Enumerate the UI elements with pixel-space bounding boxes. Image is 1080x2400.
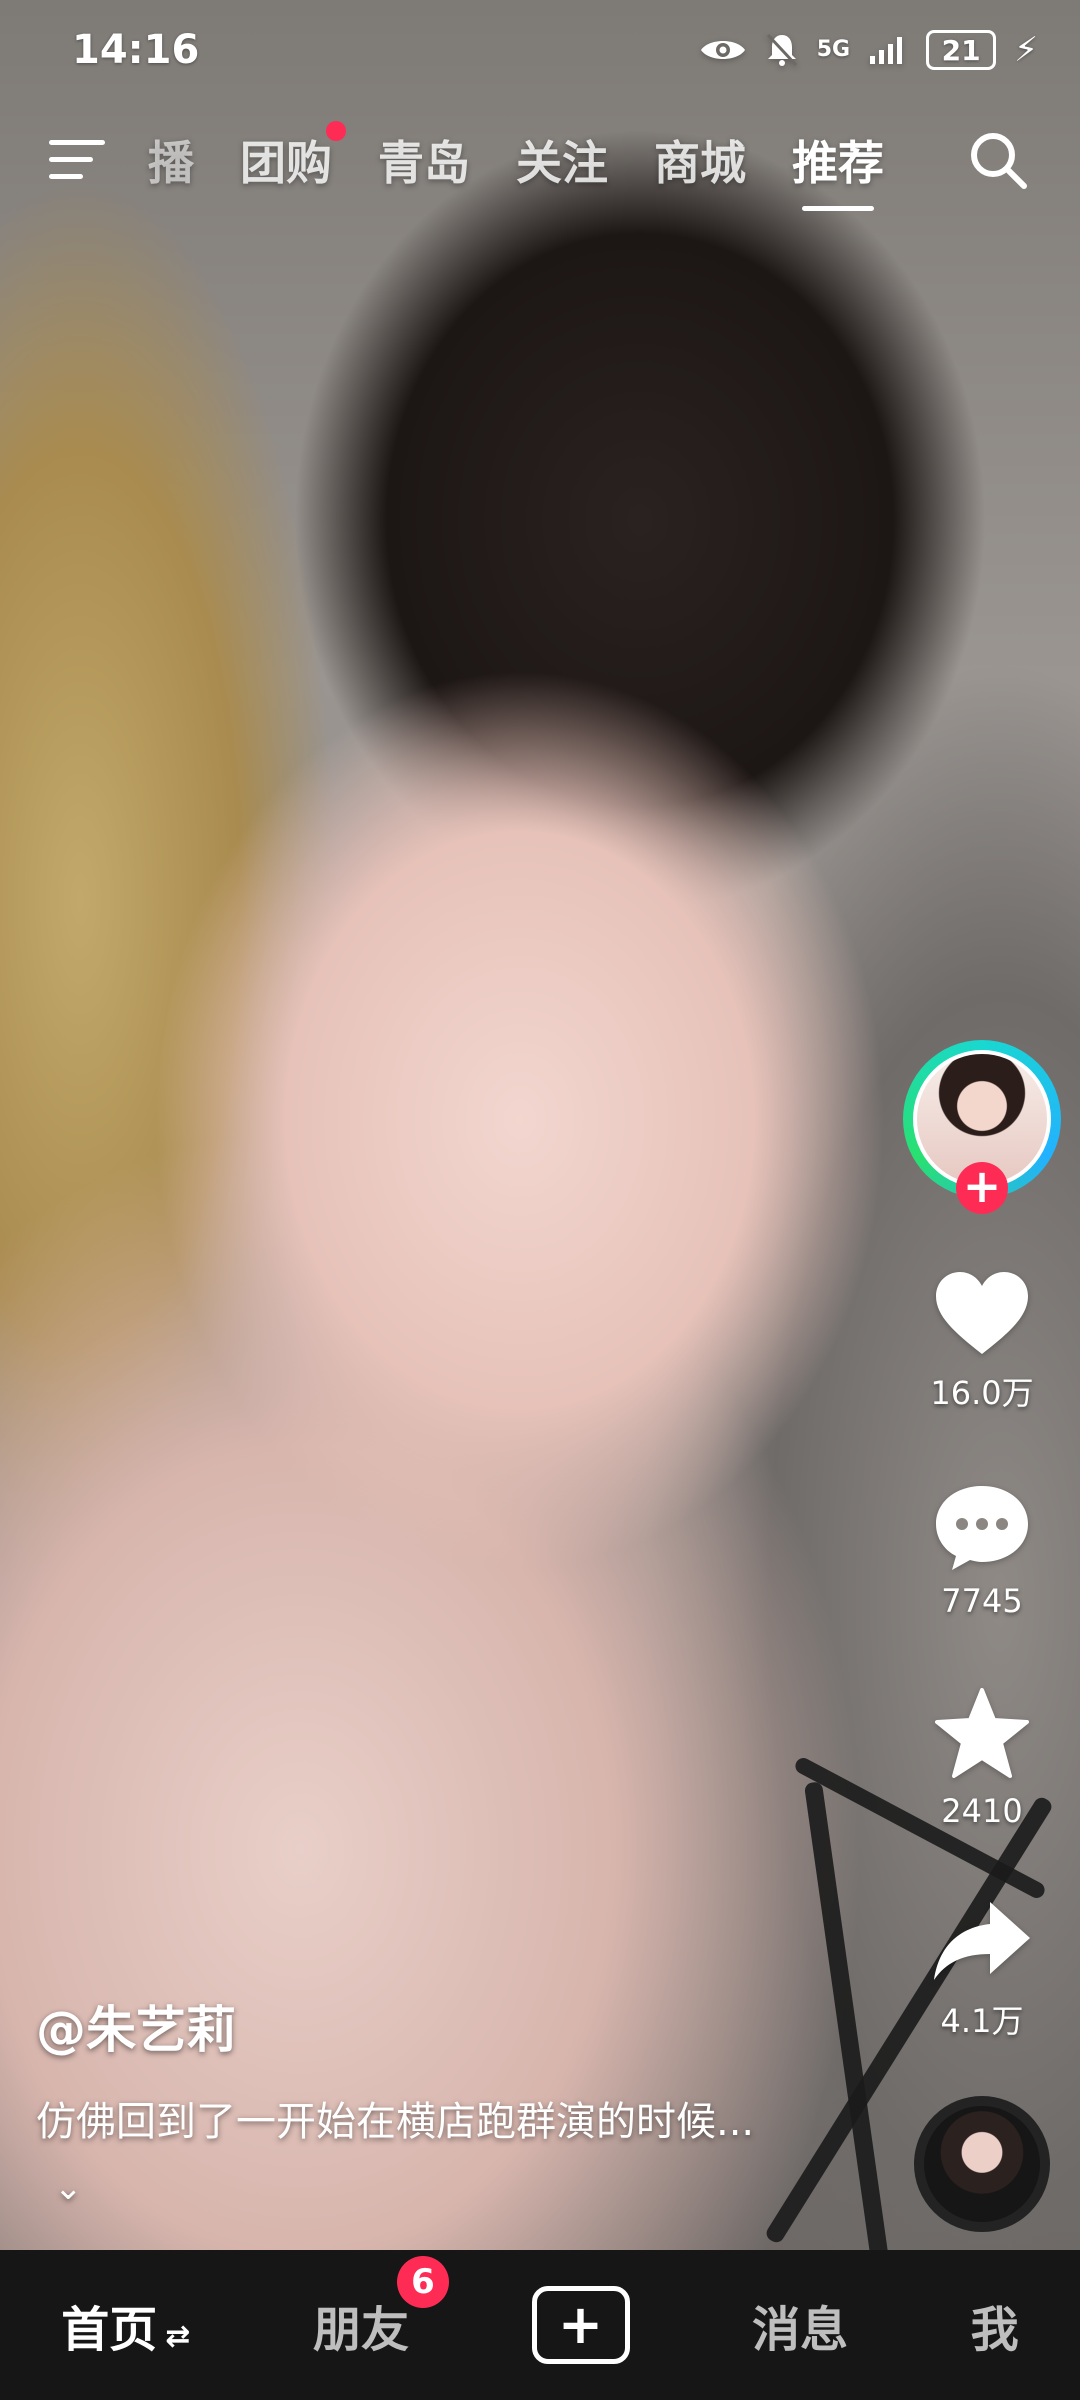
favorite-count: 2410 [941, 1792, 1023, 1830]
nav-me[interactable]: 我 [971, 2290, 1019, 2360]
action-rail: + 16.0万 7745 2410 4.1万 [902, 1040, 1062, 2042]
nav-friends-label: 朋友 [312, 2302, 409, 2358]
bottom-nav: 首页 ⇄ 朋友 6 + 消息 我 [0, 2250, 1080, 2400]
star-icon [932, 1686, 1032, 1782]
plus-icon: + [557, 2293, 604, 2356]
status-icons: 5G 21 ⚡ [699, 30, 1038, 70]
friends-badge: 6 [396, 2256, 449, 2308]
nav-friends[interactable]: 朋友 6 [312, 2256, 449, 2360]
like-count: 16.0万 [930, 1374, 1034, 1412]
tab-group-buy-label: 团购 [240, 136, 332, 190]
favorite-button[interactable]: 2410 [932, 1686, 1032, 1830]
battery-level: 21 [941, 33, 981, 67]
top-tabs: 播 团购 青岛 关注 商城 推荐 [148, 121, 884, 193]
publish-button[interactable]: + [531, 2286, 630, 2364]
nav-home[interactable]: 首页 ⇄ [61, 2290, 190, 2360]
comment-button[interactable]: 7745 [932, 1480, 1032, 1620]
battery-icon: 21 [926, 30, 997, 70]
heart-icon [932, 1268, 1032, 1358]
tab-qingdao[interactable]: 青岛 [378, 127, 470, 193]
share-count: 4.1万 [940, 2002, 1024, 2040]
like-button[interactable]: 16.0万 [930, 1268, 1034, 1414]
nav-messages[interactable]: 消息 [752, 2290, 848, 2360]
caption-text-block[interactable]: 仿佛回到了一开始在横店跑群演的时候... ⌄ [36, 2090, 796, 2220]
share-button[interactable]: 4.1万 [930, 1896, 1034, 2042]
tab-following[interactable]: 关注 [516, 127, 608, 193]
eye-icon [699, 35, 747, 65]
video-caption: @朱艺莉 仿佛回到了一开始在横店跑群演的时候... ⌄ [36, 1990, 796, 2220]
bell-off-icon [765, 32, 799, 68]
status-time: 14:16 [72, 27, 200, 73]
music-disc[interactable] [914, 2096, 1050, 2232]
share-arrow-icon [930, 1896, 1034, 1986]
comment-count: 7745 [941, 1582, 1023, 1620]
status-bar: 14:16 5G 21 ⚡ [0, 0, 1080, 100]
follow-button[interactable]: + [956, 1162, 1008, 1214]
tab-mall[interactable]: 商城 [654, 127, 746, 193]
tab-recommended[interactable]: 推荐 [792, 127, 884, 193]
notification-dot [326, 121, 346, 141]
tab-group-buy[interactable]: 团购 [240, 121, 346, 193]
signal-icon [868, 34, 908, 66]
tab-live[interactable]: 播 [148, 127, 194, 193]
menu-icon[interactable] [42, 125, 112, 195]
author-name[interactable]: @朱艺莉 [36, 1990, 796, 2062]
comment-icon [932, 1480, 1032, 1572]
chevron-down-icon[interactable]: ⌄ [54, 2156, 83, 2220]
network-label: 5G [816, 37, 851, 62]
charging-icon: ⚡ [1014, 30, 1038, 70]
top-nav: 播 团购 青岛 关注 商城 推荐 [0, 110, 1080, 210]
refresh-icon: ⇄ [165, 2319, 191, 2354]
nav-home-label: 首页 [61, 2302, 158, 2358]
author-avatar[interactable]: + [903, 1040, 1061, 1214]
search-icon[interactable] [956, 118, 1040, 202]
caption-text: 仿佛回到了一开始在横店跑群演的时候... [36, 2099, 755, 2145]
